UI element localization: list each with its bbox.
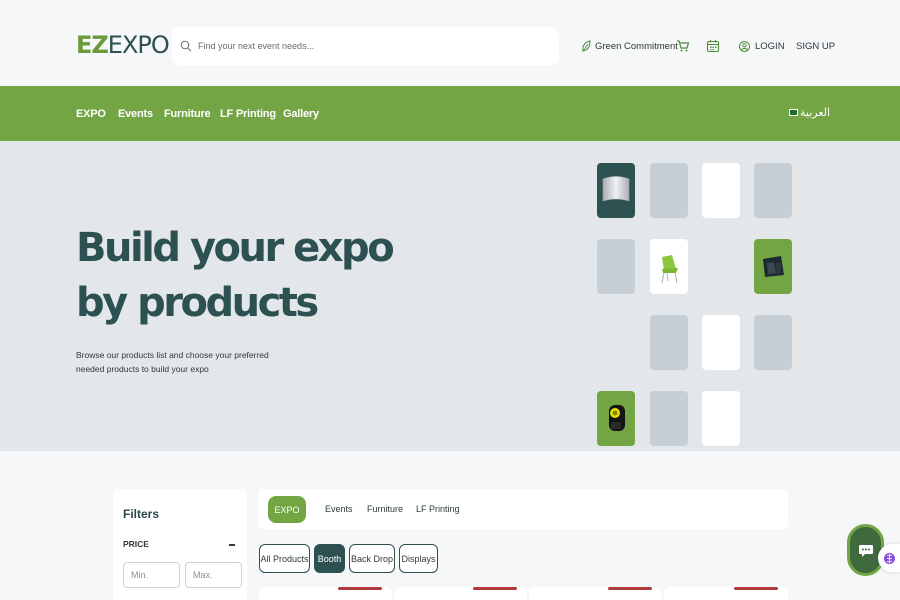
placeholder-tile — [597, 239, 635, 294]
cart-button[interactable] — [676, 38, 690, 54]
hero-title-line-2: by products — [76, 280, 319, 326]
subtab-booth[interactable]: Booth — [314, 544, 345, 573]
green-commitment-label: Green Commitment — [595, 40, 678, 52]
nav-item-events[interactable]: Events — [118, 108, 153, 120]
ezexpo-logo[interactable]: EZ EXPO — [76, 31, 170, 59]
display-icon — [763, 256, 784, 277]
ai-assistant-button[interactable] — [878, 544, 900, 572]
placeholder-tile — [754, 163, 792, 218]
category-tabs: EXPO Events Furniture LF Printing — [258, 489, 788, 529]
saudi-flag-icon — [789, 109, 798, 116]
card-badge — [608, 587, 652, 590]
filters-panel: Filters PRICE — [113, 489, 247, 600]
subtab-all-products[interactable]: All Products — [259, 544, 310, 573]
chat-button[interactable] — [847, 524, 884, 576]
hero-title-line-1: Build your expo — [76, 225, 395, 271]
search-input[interactable] — [198, 41, 538, 51]
brain-icon — [883, 552, 895, 564]
top-header: EZEXPO Green Commitment LOGIN SIGN UP — [0, 0, 900, 86]
chair-icon — [661, 255, 678, 284]
product-tile-chair — [650, 239, 688, 294]
card-badge — [338, 587, 382, 590]
product-card[interactable] — [394, 587, 527, 600]
nav-item-gallery[interactable]: Gallery — [283, 108, 319, 120]
card-badge — [734, 587, 778, 590]
hero-title: Build your expo by products — [76, 221, 395, 331]
nav-item-lf-printing[interactable]: LF Printing — [220, 108, 276, 120]
hero-banner: Build your expo by products Browse our p… — [0, 141, 900, 451]
nav-item-expo[interactable]: EXPO — [76, 108, 106, 120]
product-card[interactable] — [664, 587, 788, 600]
chat-icon — [858, 545, 873, 557]
product-tile-display — [754, 239, 792, 294]
placeholder-tile — [650, 391, 688, 446]
cart-icon — [677, 40, 690, 52]
placeholder-tile — [702, 391, 740, 446]
green-commitment-link[interactable]: Green Commitment — [581, 38, 678, 54]
product-tile-booth-wall — [597, 163, 635, 218]
tab-events[interactable]: Events — [325, 504, 353, 514]
product-card[interactable] — [529, 587, 662, 600]
signup-label: SIGN UP — [796, 40, 836, 52]
placeholder-tile — [650, 163, 688, 218]
placeholder-tile — [702, 163, 740, 218]
search-bar[interactable] — [172, 27, 559, 65]
tab-furniture[interactable]: Furniture — [367, 504, 403, 514]
language-label: العربية — [800, 107, 831, 119]
price-filter-label: PRICE — [123, 539, 149, 549]
collapse-icon[interactable] — [229, 544, 235, 546]
logo-expo: EXPO — [107, 31, 170, 59]
placeholder-tile — [650, 315, 688, 370]
leaf-icon — [582, 40, 591, 52]
subtab-back-drop[interactable]: Back Drop — [349, 544, 395, 573]
user-icon — [739, 40, 750, 52]
nav-item-furniture[interactable]: Furniture — [164, 108, 211, 120]
placeholder-tile — [754, 315, 792, 370]
tab-expo[interactable]: EXPO — [268, 496, 306, 523]
calendar-icon — [706, 40, 720, 53]
signup-link[interactable]: SIGN UP — [796, 38, 835, 54]
max-price-input[interactable] — [185, 562, 242, 588]
min-price-input[interactable] — [123, 562, 180, 588]
product-tile-speaker — [597, 391, 635, 446]
login-link[interactable]: LOGIN — [739, 38, 785, 54]
search-icon — [180, 40, 192, 52]
language-switcher[interactable]: العربية — [789, 106, 830, 119]
subtab-displays[interactable]: Displays — [399, 544, 438, 573]
filters-title: Filters — [123, 507, 160, 521]
hero-subtitle: Browse our products list and choose your… — [76, 350, 269, 374]
calendar-button[interactable] — [706, 38, 720, 54]
placeholder-tile — [702, 315, 740, 370]
logo-ez: EZ — [76, 31, 109, 59]
curved-wall-icon — [602, 176, 630, 202]
tab-lf-printing[interactable]: LF Printing — [416, 504, 460, 514]
main-navigation: EXPO Events Furniture LF Printing Galler… — [0, 86, 900, 141]
product-card[interactable] — [259, 587, 392, 600]
card-badge — [473, 587, 517, 590]
login-label: LOGIN — [755, 40, 785, 52]
speaker-icon — [609, 405, 625, 431]
